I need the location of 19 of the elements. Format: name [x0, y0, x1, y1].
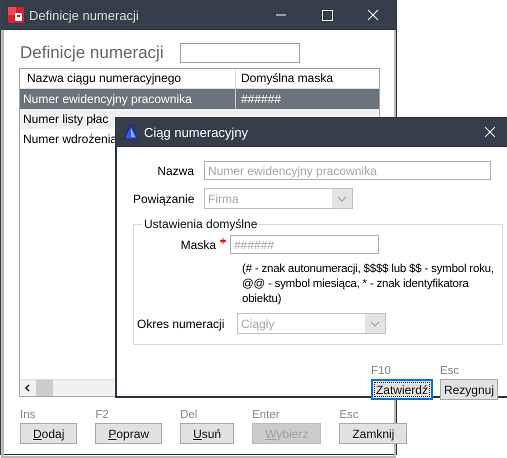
- page-heading: Definicje numeracji: [20, 43, 164, 63]
- field-label: Maska: [180, 238, 216, 252]
- shortcut-label: Del: [180, 409, 198, 421]
- shortcut-label: F2: [95, 409, 110, 421]
- shortcut-label: F10: [370, 365, 392, 377]
- table-cell: ######: [241, 92, 282, 106]
- table-cell: Numer ewidencyjny pracownika: [23, 92, 192, 106]
- field-label: Okres numeracji: [137, 316, 226, 330]
- field-label: Nazwa: [156, 164, 194, 178]
- shortcut-label: Ins: [20, 409, 36, 421]
- shortcut-label: Enter: [252, 409, 281, 421]
- shortcut-label: Esc: [339, 409, 360, 421]
- dialog-title: Ciąg numeracyjny: [144, 124, 248, 140]
- shortcut-label: Esc: [440, 365, 460, 377]
- group-title: Ustawienia domyślne: [143, 217, 258, 231]
- table-cell: Numer listy płac: [23, 112, 108, 126]
- window-title: Definicje numeracji: [29, 8, 139, 22]
- field-label: Powiązanie: [133, 192, 194, 206]
- help-text: (# - znak autonumeracji, $$$$ lub $$ - symbol roku, @@ - symbol miesiąca, * - znak identyfikatora obiektu): [242, 262, 494, 307]
